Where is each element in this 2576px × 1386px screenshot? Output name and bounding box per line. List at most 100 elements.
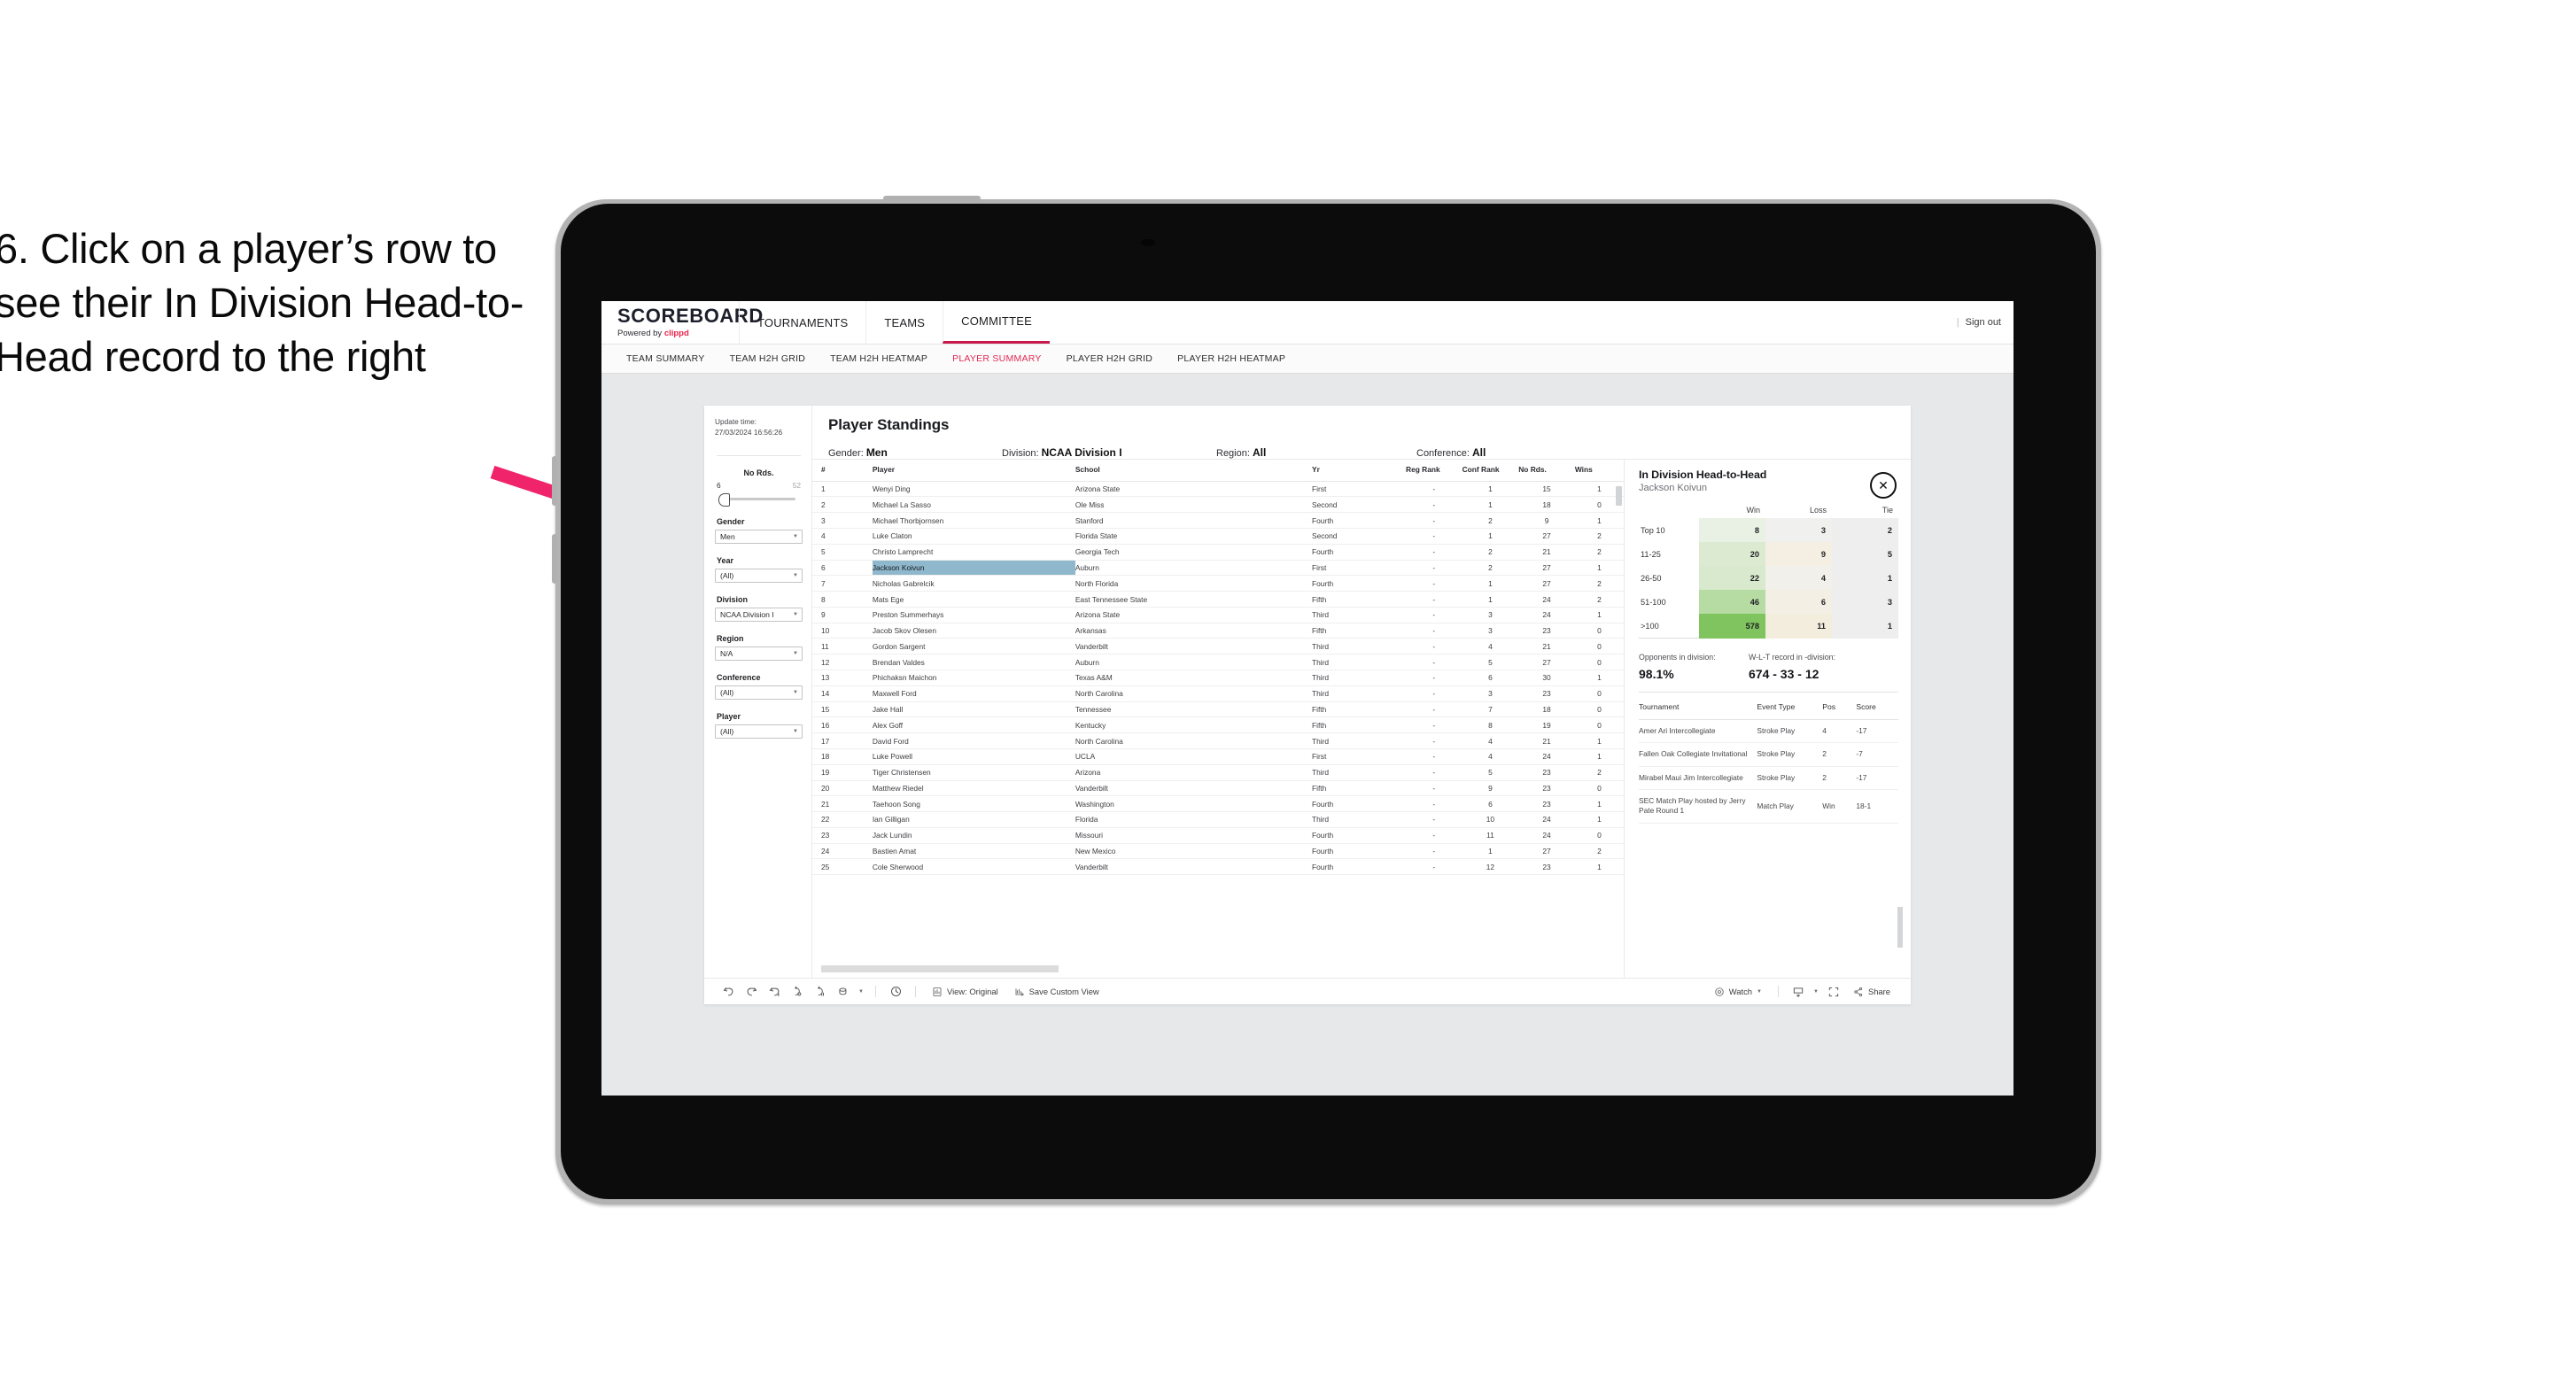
download-caret-icon[interactable]: ▼: [1810, 989, 1822, 995]
download-icon[interactable]: [1787, 986, 1810, 998]
table-row[interactable]: 9 Preston Summerhays Arizona State Third -3 2…: [812, 607, 1624, 623]
standings-cell-rds: 23: [1518, 764, 1575, 781]
power-button[interactable]: [883, 196, 981, 201]
tab-player-h2h-heatmap[interactable]: PLAYER H2H HEATMAP: [1165, 353, 1298, 364]
refresh-icon[interactable]: [786, 986, 809, 998]
list-item[interactable]: SEC Match Play hosted by Jerry Pate Roun…: [1639, 789, 1898, 824]
col-school[interactable]: School: [1075, 460, 1312, 482]
close-icon[interactable]: ✕: [1870, 472, 1897, 499]
standings-cell-wins: 1: [1574, 795, 1624, 813]
standings-cell-player: Christo Lamprecht: [872, 544, 1075, 561]
list-item[interactable]: Fallen Oak Collegiate Invitational Stroke…: [1639, 742, 1898, 767]
standings-cell-rds: 30: [1518, 670, 1575, 686]
tab-team-h2h-grid[interactable]: TEAM H2H GRID: [718, 353, 819, 364]
filter-year-select[interactable]: (All) ▼: [715, 569, 803, 584]
table-row[interactable]: 4 Luke Claton Florida State Second -1 27 2: [812, 528, 1624, 545]
standings-table-wrapper[interactable]: # Player School Yr Reg Rank Conf Rank No…: [812, 460, 1624, 978]
table-row[interactable]: 12 Brendan Valdes Auburn Third -5 27 0: [812, 654, 1624, 671]
col-yr[interactable]: Yr: [1312, 460, 1407, 482]
standings-cell-yr: First: [1312, 748, 1407, 765]
standings-cell-school: Florida State: [1075, 528, 1312, 545]
data-source-caret-icon[interactable]: ▼: [855, 989, 867, 995]
table-row[interactable]: 21 Taehoon Song Washington Fourth -6 23 1: [812, 795, 1624, 813]
table-row[interactable]: 23 Jack Lundin Missouri Fourth -11 24 0: [812, 827, 1624, 844]
pause-auto-update-icon[interactable]: [809, 986, 832, 998]
col-conf-rank[interactable]: Conf Rank: [1462, 460, 1519, 482]
standings-cell-reg: -: [1406, 827, 1463, 844]
data-source-icon[interactable]: [832, 986, 855, 998]
table-row[interactable]: 24 Bastien Amat New Mexico Fourth -1 27 2: [812, 843, 1624, 860]
stat-opponents-label: Opponents in division:: [1639, 653, 1716, 662]
dashboard-body: Update time: 27/03/2024 16:56:26 No Rds.…: [704, 406, 1911, 978]
volume-up-button[interactable]: [552, 456, 557, 506]
filter-player-select[interactable]: (All) ▼: [715, 724, 803, 739]
slider-handle[interactable]: [718, 493, 730, 507]
no-rounds-slider[interactable]: [715, 492, 803, 507]
nav-item-teams[interactable]: TEAMS: [865, 301, 943, 344]
view-original-button[interactable]: View: Original: [924, 987, 1006, 997]
pause-icon[interactable]: [884, 985, 907, 998]
volume-down-button[interactable]: [552, 534, 557, 584]
table-row[interactable]: 10 Jacob Skov Olesen Arkansas Fifth -3 23 0: [812, 623, 1624, 639]
fullscreen-icon[interactable]: [1822, 986, 1845, 998]
list-item[interactable]: Amer Ari Intercollegiate Stroke Play 4 -17: [1639, 719, 1898, 744]
standings-cell-wins: 2: [1574, 591, 1624, 608]
chevron-down-icon: ▼: [793, 729, 798, 735]
redo-icon[interactable]: [740, 985, 763, 998]
tab-player-summary[interactable]: PLAYER SUMMARY: [940, 353, 1054, 364]
standings-cell-rds: 21: [1518, 638, 1575, 655]
nav-item-tournaments[interactable]: TOURNAMENTS: [739, 301, 865, 344]
table-row[interactable]: 6 Jackson Koivun Auburn First -2 27 1: [812, 560, 1624, 577]
filter-division-select[interactable]: NCAA Division I ▼: [715, 608, 803, 623]
revert-icon[interactable]: [763, 985, 786, 998]
table-row[interactable]: 25 Cole Sherwood Vanderbilt Fourth -12 23 1: [812, 858, 1624, 876]
col-no-rds[interactable]: No Rds.: [1518, 460, 1575, 482]
table-row[interactable]: 3 Michael Thorbjornsen Stanford Fourth -2 9 1: [812, 512, 1624, 529]
table-row[interactable]: 8 Mats Ege East Tennessee State Fifth -1 24 2: [812, 591, 1624, 608]
account-area: | Sign out: [1957, 301, 2013, 344]
table-row[interactable]: 11 Gordon Sargent Vanderbilt Third -4 21 0: [812, 638, 1624, 655]
filter-conference-select[interactable]: (All) ▼: [715, 685, 803, 701]
tab-team-h2h-heatmap[interactable]: TEAM H2H HEATMAP: [818, 353, 940, 364]
table-row[interactable]: 2 Michael La Sasso Ole Miss Second -1 18 0: [812, 496, 1624, 514]
table-row[interactable]: 7 Nicholas Gabrelcik North Florida Fourth -1…: [812, 575, 1624, 592]
undo-icon[interactable]: [717, 985, 740, 998]
save-custom-view-button[interactable]: Save Custom View: [1006, 987, 1107, 997]
standings-vertical-scrollbar[interactable]: [1616, 486, 1622, 506]
filter-region-select[interactable]: N/A ▼: [715, 647, 803, 662]
table-row[interactable]: 1 Wenyi Ding Arizona State First -1 15 1: [812, 481, 1624, 498]
list-item[interactable]: Mirabel Maui Jim Intercollegiate Stroke P…: [1639, 766, 1898, 791]
standings-horizontal-scrollbar[interactable]: [821, 965, 1059, 972]
watch-button[interactable]: Watch ▼: [1706, 987, 1770, 997]
table-row[interactable]: 18 Luke Powell UCLA First -4 24 1: [812, 748, 1624, 765]
table-row[interactable]: 14 Maxwell Ford North Carolina Third -3 23 0: [812, 685, 1624, 702]
col-reg-rank[interactable]: Reg Rank: [1406, 460, 1463, 482]
stat-record-label: W-L-T record in -division:: [1749, 653, 1835, 662]
table-row[interactable]: 15 Jake Hall Tennessee Fifth -7 18 0: [812, 701, 1624, 718]
standings-cell-rank: 4: [812, 528, 873, 545]
table-row[interactable]: 19 Tiger Christensen Arizona Third -5 23 2: [812, 764, 1624, 781]
tournament-name: Mirabel Maui Jim Intercollegiate: [1639, 766, 1757, 791]
standings-cell-wins: 1: [1574, 748, 1624, 765]
tournament-scrollbar[interactable]: [1897, 907, 1903, 948]
tab-team-summary[interactable]: TEAM SUMMARY: [614, 353, 718, 364]
col-rank[interactable]: #: [812, 460, 873, 482]
table-row[interactable]: 5 Christo Lamprecht Georgia Tech Fourth -2 21…: [812, 544, 1624, 561]
table-row[interactable]: 17 David Ford North Carolina Third -4 21 1: [812, 732, 1624, 749]
table-row[interactable]: 22 Ian Gilligan Florida Third -10 24 1: [812, 811, 1624, 828]
col-wins[interactable]: Wins: [1574, 460, 1624, 482]
col-player[interactable]: Player: [872, 460, 1075, 482]
brand-logo[interactable]: SCOREBOARD Powered by clippd: [601, 301, 763, 344]
table-row[interactable]: 16 Alex Goff Kentucky Fifth -8 19 0: [812, 716, 1624, 734]
standings-cell-player: Nicholas Gabrelcik: [872, 575, 1075, 592]
nav-item-committee[interactable]: COMMITTEE: [943, 301, 1050, 344]
table-row[interactable]: 13 Phichaksn Maichon Texas A&M Third -6 30 1: [812, 670, 1624, 686]
standings-cell-yr: Fourth: [1312, 843, 1407, 860]
tab-player-h2h-grid[interactable]: PLAYER H2H GRID: [1054, 353, 1166, 364]
standings-cell-conf: 5: [1462, 764, 1519, 781]
filter-gender-select[interactable]: Men ▼: [715, 530, 803, 545]
table-row[interactable]: 20 Matthew Riedel Vanderbilt Fifth -9 23 0: [812, 780, 1624, 797]
standings-cell-reg: -: [1406, 764, 1463, 781]
share-button[interactable]: Share: [1845, 987, 1898, 997]
sign-out-link[interactable]: Sign out: [1966, 317, 2001, 328]
